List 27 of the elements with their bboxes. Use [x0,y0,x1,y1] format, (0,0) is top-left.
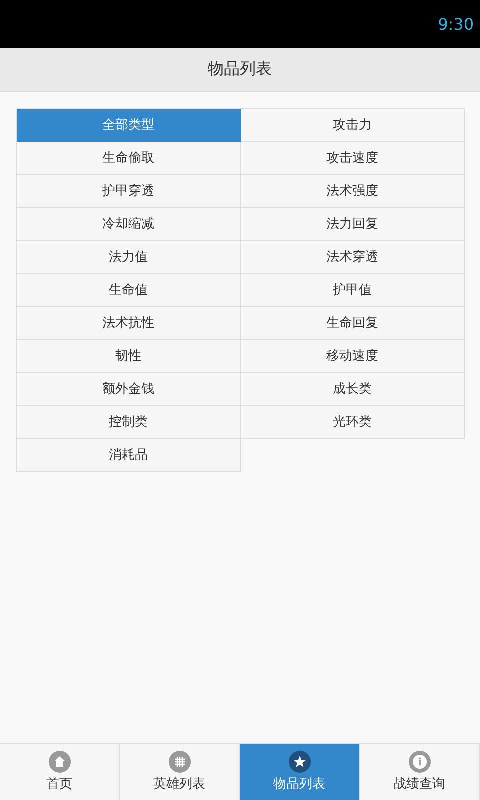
category-item[interactable]: 法术抗性 [17,307,241,340]
category-item[interactable]: 移动速度 [241,340,465,373]
category-item[interactable]: 额外金钱 [17,373,241,406]
category-item[interactable]: 攻击速度 [241,142,465,175]
category-item[interactable]: 法力回复 [241,208,465,241]
info-icon [408,751,430,773]
category-item[interactable]: 护甲穿透 [17,175,241,208]
tab-button[interactable]: 物品列表 [240,744,360,800]
home-icon [48,751,70,773]
page-title: 物品列表 [208,59,272,80]
category-item[interactable]: 生命值 [17,274,241,307]
category-item[interactable]: 法力值 [17,241,241,274]
category-item[interactable]: 消耗品 [17,439,241,472]
category-item[interactable]: 法术强度 [241,175,465,208]
category-item[interactable]: 成长类 [241,373,465,406]
category-item[interactable]: 控制类 [17,406,241,439]
category-item[interactable]: 光环类 [241,406,465,439]
category-item[interactable]: 护甲值 [241,274,465,307]
category-item[interactable]: 生命偷取 [17,142,241,175]
clock: 9:30 [438,14,474,34]
grid-icon [168,751,190,773]
category-item[interactable]: 韧性 [17,340,241,373]
category-item[interactable]: 全部类型 [17,109,241,142]
category-item[interactable]: 法术穿透 [241,241,465,274]
category-item[interactable]: 生命回复 [241,307,465,340]
category-item[interactable]: 攻击力 [241,109,465,142]
category-item[interactable]: 冷却缩减 [17,208,241,241]
